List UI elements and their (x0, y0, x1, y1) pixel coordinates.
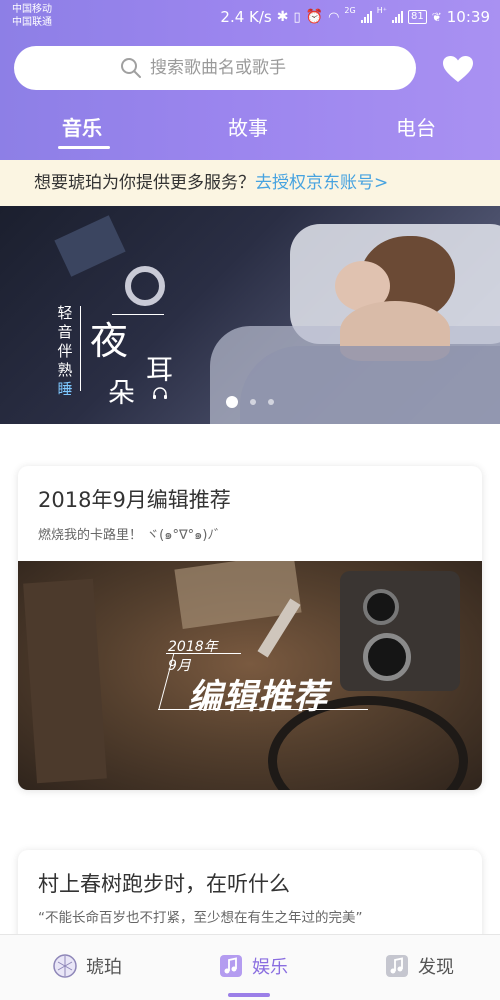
cover-year: 2018年 (168, 639, 218, 655)
authorization-notice: 想要琥珀为你提供更多服务？去授权京东账号> (0, 160, 500, 206)
wifi-icon: ◠ (328, 9, 340, 25)
tab-story[interactable]: 故事 (228, 112, 268, 141)
nav-item-discover[interactable]: 发现 (384, 953, 454, 979)
status-bar: 中国移动 中国联通 2.4 K/s ✱ ▯ ⏰ ◠ 2G H⁺ 81 ❦ 10:… (0, 0, 500, 34)
banner-char-highlight: 睡 (57, 380, 73, 398)
carrier-2: 中国联通 (12, 17, 52, 28)
banner-char: 轻 (57, 304, 73, 322)
banner-char: 音 (57, 323, 73, 341)
card-title: 2018年9月编辑推荐 (38, 488, 231, 512)
pagination-dot[interactable] (250, 399, 256, 405)
card-cover-image: 2018年 9月 编辑推荐 (18, 561, 482, 790)
heart-icon[interactable] (442, 55, 474, 83)
signal-icon-1 (360, 11, 372, 23)
pagination-dot[interactable] (226, 396, 238, 408)
nav-label: 娱乐 (252, 957, 288, 978)
banner-prop (125, 266, 165, 306)
tab-music[interactable]: 音乐 (62, 112, 102, 141)
network-type-2: H⁺ (376, 6, 387, 15)
cover-lens (363, 633, 411, 681)
bluetooth-icon: ✱ (276, 9, 289, 25)
nav-item-amber[interactable]: 琥珀 (52, 953, 122, 979)
banner-title-small-1: 耳 (146, 355, 173, 386)
amber-ball-icon (53, 954, 77, 978)
card-subtitle: 燃烧我的卡路里！ ヾ(๑°∇°๑)ﾉ゛ (38, 528, 227, 543)
status-indicators: 2.4 K/s ✱ ▯ ⏰ ◠ 2G H⁺ 81 ❦ 10:39 (220, 6, 490, 28)
nav-label: 发现 (418, 957, 454, 978)
cover-book (23, 578, 107, 784)
banner-vertical-text: 轻 音 伴 熟 睡 (56, 304, 74, 399)
carrier-info: 中国移动 中国联通 (12, 3, 52, 29)
card-subtitle: “不能长命百岁也不打紧，至少想在有生之年过的完美” (38, 910, 363, 926)
leaf-icon: ❦ (431, 10, 442, 24)
banner-pagination (0, 396, 500, 408)
headphone-icon (153, 387, 167, 399)
battery-icon: 81 (407, 10, 427, 24)
promo-banner[interactable]: 轻 音 伴 熟 睡 夜 耳 朵 (0, 206, 500, 424)
active-tab-indicator (58, 146, 110, 149)
network-type-1: 2G (344, 6, 356, 15)
banner-prop (54, 215, 126, 277)
authorize-link[interactable]: 去授权京东账号> (255, 173, 388, 193)
playlist-card[interactable]: 2018年9月编辑推荐 燃烧我的卡路里！ ヾ(๑°∇°๑)ﾉ゛ 2018年 9月… (18, 466, 482, 790)
signal-icon-2 (391, 11, 403, 23)
banner-char: 熟 (57, 361, 73, 379)
music-note-icon (220, 955, 242, 977)
cover-title: 编辑推荐 (188, 677, 328, 717)
search-input[interactable] (150, 58, 310, 78)
clock: 10:39 (446, 8, 490, 26)
banner-divider (80, 306, 81, 391)
cover-lens (363, 589, 399, 625)
music-note-icon (386, 955, 408, 977)
banner-title-big: 夜 (90, 319, 129, 363)
search-icon (121, 58, 141, 78)
nav-label: 琥珀 (86, 957, 122, 978)
alarm-icon: ⏰ (305, 9, 324, 25)
card-title: 村上春树跑步时，在听什么 (38, 872, 290, 896)
active-nav-indicator (228, 993, 270, 997)
bottom-navigation: 琥珀 娱乐 发现 (0, 934, 500, 1000)
carrier-1: 中国移动 (12, 4, 52, 15)
notice-text: 想要琥珀为你提供更多服务？ (34, 173, 255, 193)
search-bar[interactable] (14, 46, 416, 90)
nav-item-entertainment[interactable]: 娱乐 (218, 953, 288, 979)
banner-char: 伴 (57, 342, 73, 360)
banner-sheet (240, 346, 500, 424)
pagination-dot[interactable] (268, 399, 274, 405)
vibrate-icon: ▯ (293, 9, 301, 25)
tab-radio[interactable]: 电台 (396, 112, 436, 141)
network-speed: 2.4 K/s (220, 8, 272, 26)
category-tabs: 音乐 故事 电台 (0, 106, 500, 156)
